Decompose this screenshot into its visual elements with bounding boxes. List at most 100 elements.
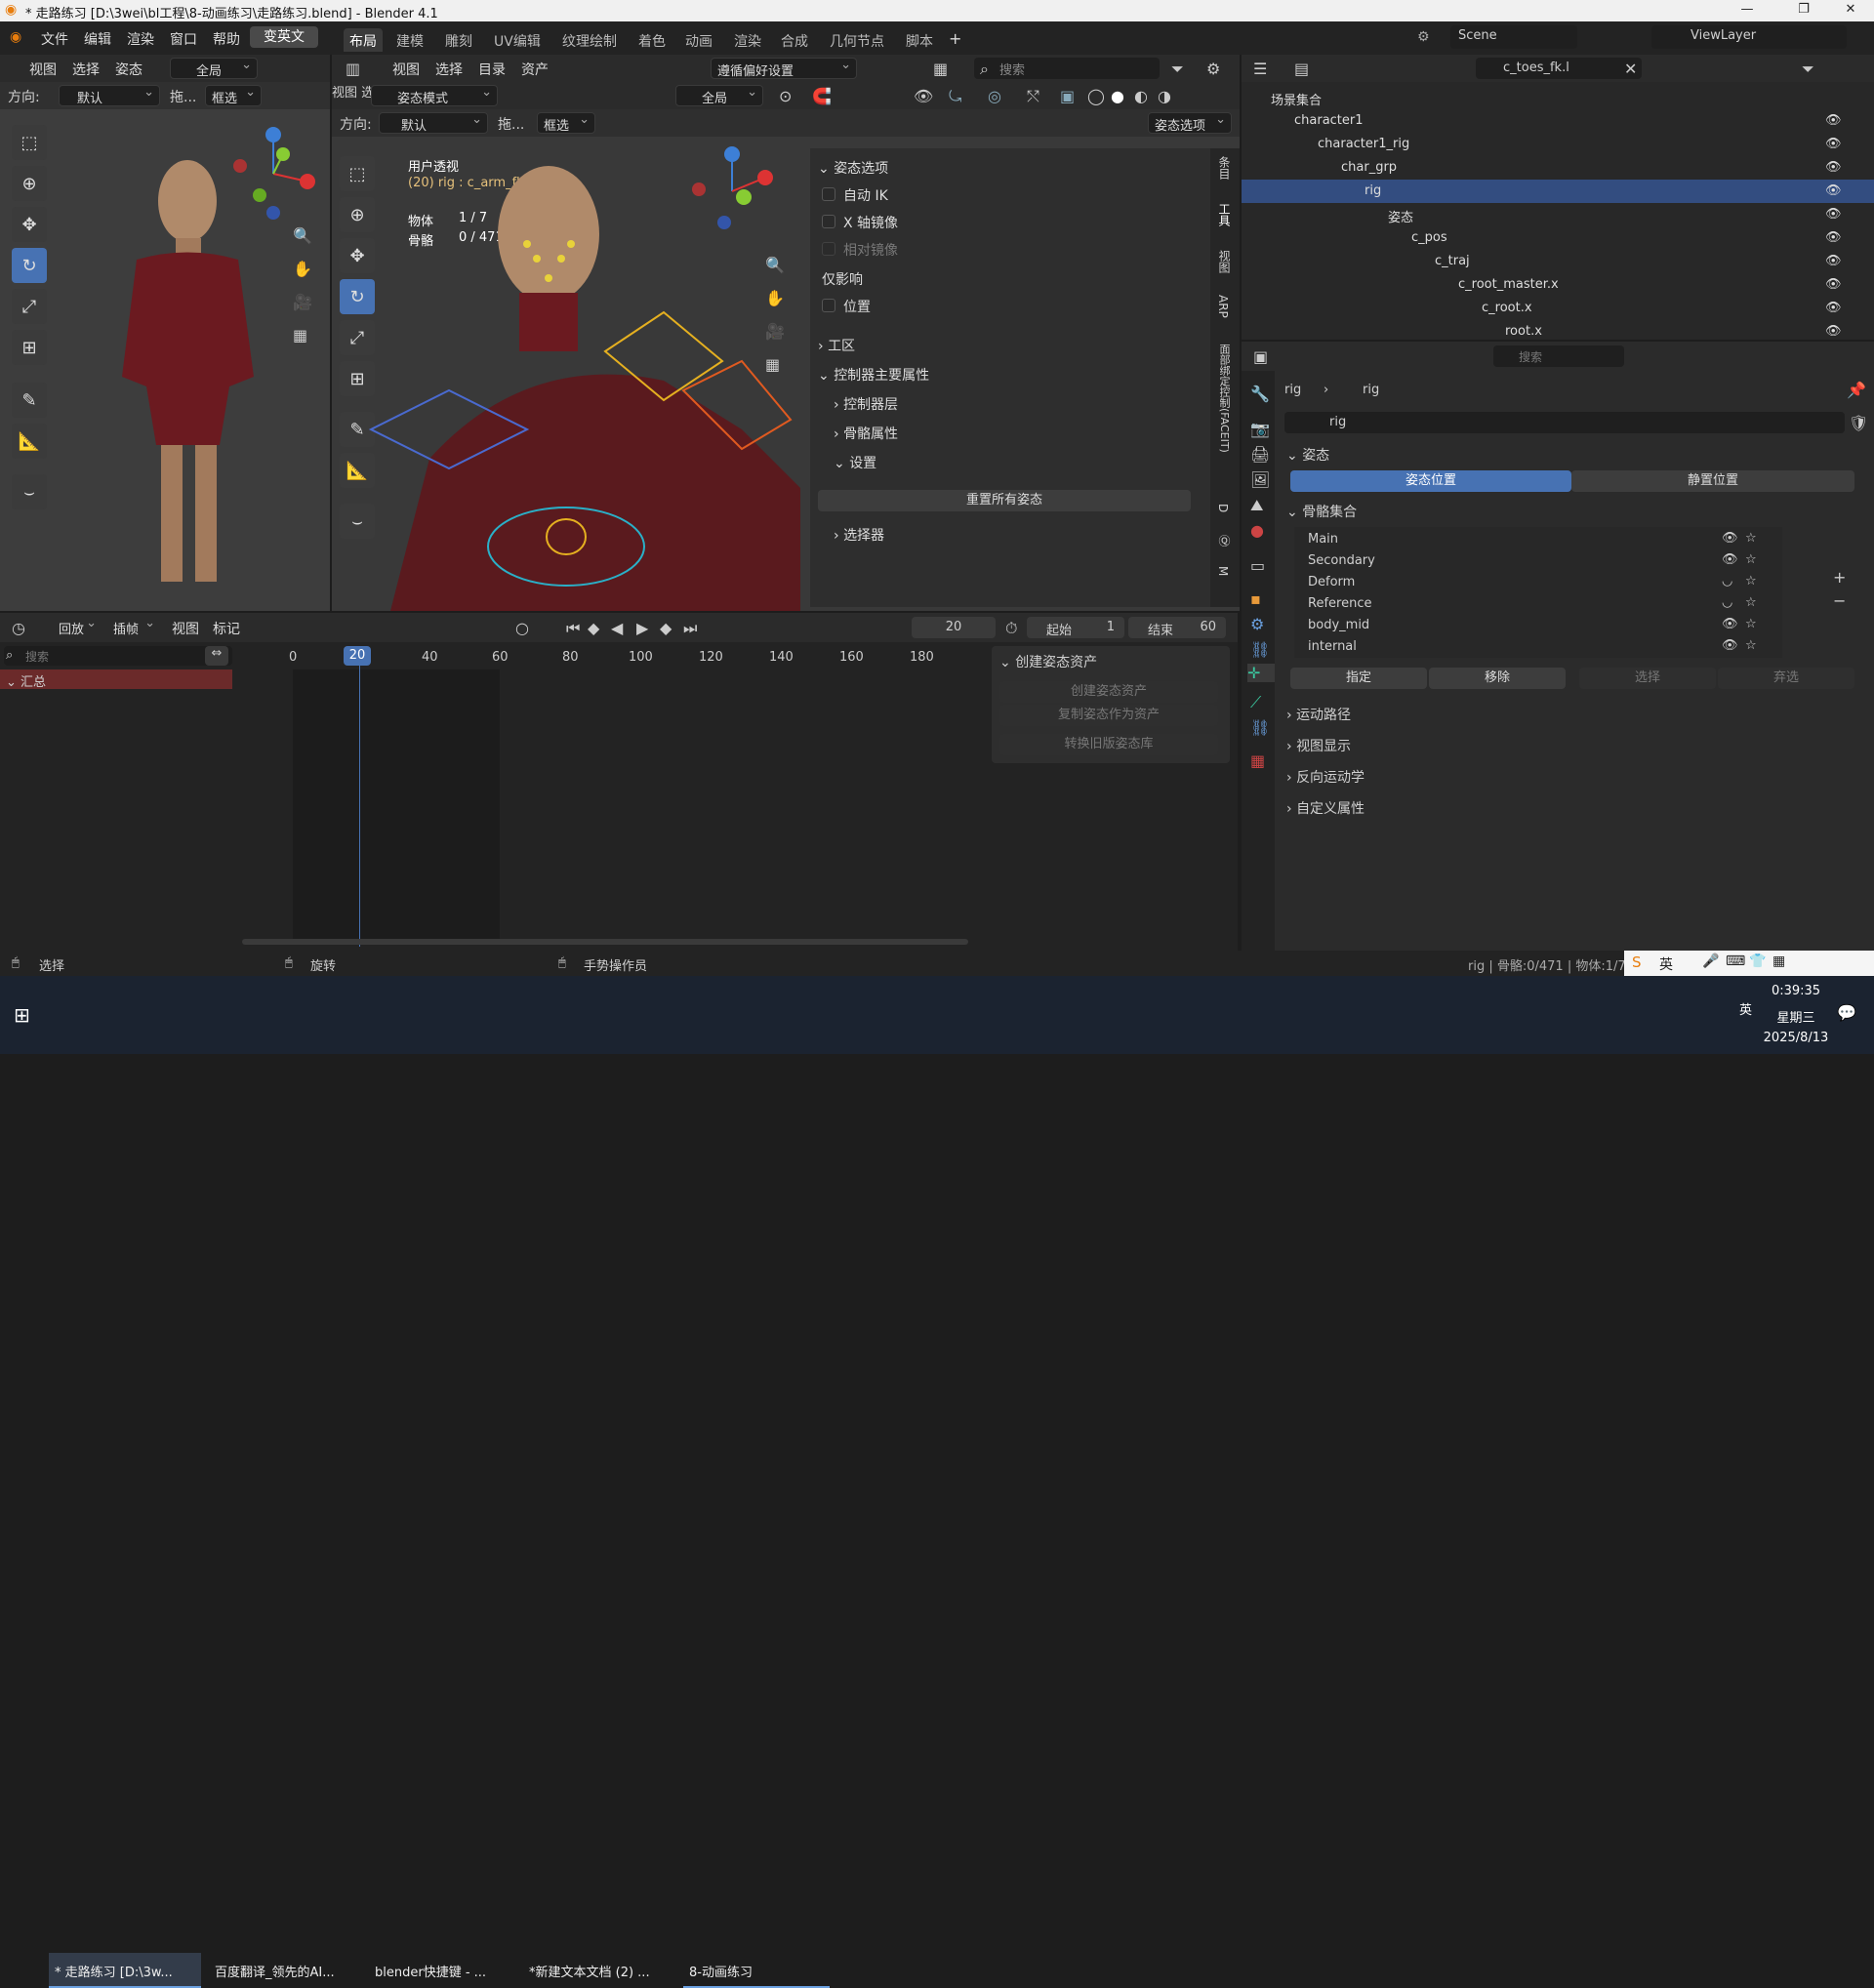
collection-props-icon[interactable]: ▭ <box>1250 556 1265 575</box>
bone-display-icon[interactable]: ⤲ <box>1027 87 1039 106</box>
pivot-icon[interactable]: ⊙ <box>779 87 792 105</box>
tab-compositing[interactable]: 合成 <box>775 28 814 52</box>
output-props-icon[interactable]: 🖨 <box>1250 445 1270 464</box>
tray-ime[interactable]: 英 <box>1739 999 1752 1018</box>
collection-solo-star-icon[interactable]: ☆ <box>1745 595 1757 610</box>
clear-search-icon[interactable]: ✕ <box>1624 60 1637 78</box>
modifier-props-icon[interactable]: ⚙ <box>1250 615 1264 633</box>
keying-menu[interactable]: 插帧 <box>107 616 160 638</box>
snap-icon[interactable]: 🧲 <box>812 87 832 105</box>
menu-window[interactable]: 窗口 <box>170 29 197 49</box>
windows-start-icon[interactable]: ⊞ <box>14 1003 30 1027</box>
deselect-button[interactable]: 弃选 <box>1718 668 1854 689</box>
gizmo-toggle-icon[interactable]: ⤿ <box>949 87 961 106</box>
outliner-row[interactable]: c_traj 👁 <box>1242 250 1874 273</box>
sogou-icon[interactable]: S <box>1632 953 1642 971</box>
remove-collection-icon[interactable]: − <box>1833 591 1846 610</box>
channel-search-input[interactable]: 搜索 <box>4 646 232 666</box>
shading-wire-icon[interactable]: ◯ <box>1087 87 1105 105</box>
shading-solid-icon[interactable]: ● <box>1111 87 1124 105</box>
menu-select[interactable]: 选择 <box>435 60 463 79</box>
collection-solo-star-icon[interactable]: ☆ <box>1745 617 1757 631</box>
visibility-icon[interactable]: 👁 <box>914 87 933 105</box>
viewport-display-section[interactable]: › 视图显示 <box>1286 736 1351 755</box>
vp-zoom-icon[interactable]: 🔍 <box>765 256 785 274</box>
outliner-row[interactable]: 场景集合 <box>1242 86 1874 109</box>
tab-animation[interactable]: 动画 <box>679 28 718 52</box>
playhead-label[interactable]: 20 <box>344 646 371 666</box>
vp-menu-view[interactable]: 视图 <box>332 86 357 101</box>
menu-asset[interactable]: 资产 <box>521 60 549 79</box>
play-icon[interactable]: ▶ <box>636 619 648 637</box>
play-reverse-icon[interactable]: ◀ <box>611 619 623 637</box>
jump-end-icon[interactable]: ⏭ <box>683 619 697 638</box>
bone-collection-row[interactable]: body_mid 👁 ☆ <box>1294 615 1782 636</box>
rest-position-button[interactable]: 静置位置 <box>1571 470 1854 492</box>
grid-icon[interactable]: ▦ <box>293 326 307 345</box>
collection-visibility-icon[interactable]: 👁 <box>1722 617 1738 631</box>
filter-icon[interactable]: ⏷ <box>1171 60 1184 79</box>
menu-render[interactable]: 渲染 <box>127 29 154 49</box>
taskbar-app-folder[interactable]: 8-动画练习 <box>683 1953 830 1988</box>
outliner-row[interactable]: character1_rig 👁 <box>1242 133 1874 156</box>
ctrl-layer-section[interactable]: › 控制器层 <box>834 394 898 414</box>
menu-file[interactable]: 文件 <box>41 29 68 49</box>
visibility-eye-icon[interactable]: 👁 <box>1825 207 1842 222</box>
outliner-row[interactable]: c_root_master.x 👁 <box>1242 273 1874 297</box>
tab-sculpt[interactable]: 雕刻 <box>439 28 478 52</box>
tab-shading[interactable]: 着色 <box>632 28 672 52</box>
bone-props-section[interactable]: › 骨骼属性 <box>834 424 898 443</box>
next-keyframe-icon[interactable]: ◆ <box>660 619 672 637</box>
add-collection-icon[interactable]: + <box>1833 568 1846 587</box>
fake-user-shield-icon[interactable]: 🛡 <box>1849 414 1868 432</box>
annotate-tool-icon[interactable]: ✎ <box>12 383 47 418</box>
collection-solo-star-icon[interactable]: ☆ <box>1745 552 1757 567</box>
visibility-eye-icon[interactable]: 👁 <box>1825 160 1842 175</box>
close-button[interactable]: ✕ <box>1831 2 1870 17</box>
remove-button[interactable]: 移除 <box>1429 668 1566 689</box>
pose-options-dropdown[interactable]: 姿态选项 <box>1148 112 1232 134</box>
select-box-tool-icon[interactable]: ⬚ <box>12 125 47 160</box>
shading-material-icon[interactable]: ◐ <box>1134 87 1148 105</box>
preference-dropdown[interactable]: 遵循偏好设置 <box>711 58 857 79</box>
outliner-row[interactable]: rig 👁 <box>1242 180 1874 203</box>
apps-icon[interactable]: ▦ <box>1772 953 1785 969</box>
outliner-row[interactable]: 姿态 👁 <box>1242 203 1874 226</box>
minimize-button[interactable]: — <box>1728 2 1767 17</box>
end-frame-field[interactable]: 结束 60 <box>1128 617 1226 638</box>
bone-collection-row[interactable]: Main 👁 ☆ <box>1294 529 1782 550</box>
display-mode-icon[interactable]: ▦ <box>933 60 948 78</box>
collection-solo-star-icon[interactable]: ☆ <box>1745 531 1757 546</box>
transform-tool-icon[interactable]: ⊞ <box>12 330 47 365</box>
swap-icon[interactable]: ⇔ <box>205 646 228 666</box>
outliner-filter-icon[interactable]: ⏷ <box>1802 60 1814 79</box>
move-tool-icon[interactable]: ✥ <box>12 207 47 242</box>
settings-section[interactable]: ⌄ 设置 <box>834 453 876 472</box>
mode-dropdown[interactable]: 姿态模式 <box>371 85 498 106</box>
constraint-props-icon[interactable]: ⛓ <box>1250 640 1270 659</box>
left-viewport[interactable]: 视图 选择 姿态 全局 方向: 默认 拖... 框选 ⬚ ⊕ ✥ ↻ ⤢ ⊞ ✎… <box>0 55 330 611</box>
vp-pan-icon[interactable]: ✋ <box>765 289 785 307</box>
ime-mode[interactable]: 英 <box>1659 954 1673 974</box>
measure-tool-icon[interactable]: 📐 <box>12 424 47 459</box>
visibility-eye-icon[interactable]: 👁 <box>1825 137 1842 151</box>
copy-pose-asset-button[interactable]: 复制姿态作为资产 <box>999 705 1218 726</box>
transform-dropdown[interactable]: 全局 <box>675 85 763 106</box>
pose-asset-header[interactable]: ⌄ 创建姿态资产 <box>999 652 1097 671</box>
location-checkbox[interactable] <box>822 299 835 312</box>
orient-dropdown[interactable]: 默认 <box>379 112 488 134</box>
custom-props-section[interactable]: › 自定义属性 <box>1286 798 1365 818</box>
cursor-tool-icon[interactable]: ⊕ <box>12 166 47 201</box>
timeline-editor-icon[interactable]: ◷ <box>12 619 25 637</box>
world-props-icon[interactable]: ● <box>1250 521 1264 540</box>
pan-hand-icon[interactable]: ✋ <box>293 260 312 278</box>
asset-search-input[interactable]: 搜索 <box>974 58 1160 79</box>
picker-section[interactable]: › 选择器 <box>834 525 884 545</box>
outliner-row[interactable]: root.x 👁 <box>1242 320 1874 344</box>
tab-m[interactable]: M <box>1216 566 1230 576</box>
visibility-eye-icon[interactable]: 👁 <box>1825 277 1842 292</box>
timeline-menu-marker[interactable]: 标记 <box>213 619 240 638</box>
xray-icon[interactable]: ▣ <box>1060 87 1075 105</box>
armature-name-field[interactable]: rig <box>1284 412 1845 433</box>
x-mirror-checkbox[interactable] <box>822 215 835 228</box>
